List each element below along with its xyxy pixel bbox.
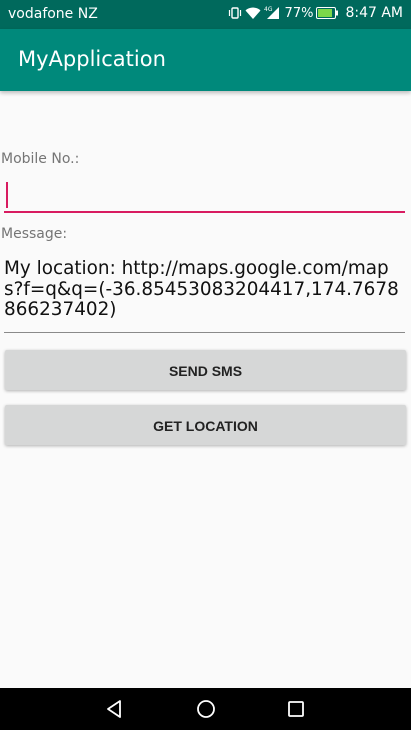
app-title: MyApplication (18, 47, 166, 71)
message-input[interactable]: My location: http://maps.google.com/maps… (4, 259, 405, 333)
get-location-button[interactable]: GET LOCATION (5, 405, 406, 445)
main-content: Mobile No.: Message: My location: http:/… (0, 91, 411, 688)
status-bar: vodafone NZ 4G 77% 8:47 AM (0, 0, 411, 29)
status-icons: 4G 77% 8:47 AM (228, 5, 403, 21)
battery-icon (316, 7, 339, 19)
mobile-input[interactable] (4, 177, 405, 213)
navigation-bar (0, 688, 411, 730)
text-cursor (6, 182, 8, 208)
wifi-icon (245, 6, 261, 20)
svg-text:4G: 4G (264, 6, 273, 13)
battery-percent: 77% (284, 5, 314, 21)
vibrate-icon (228, 6, 242, 20)
status-clock: 8:47 AM (345, 5, 403, 21)
send-sms-button[interactable]: SEND SMS (5, 350, 406, 390)
back-icon[interactable] (103, 698, 125, 720)
recents-icon[interactable] (285, 698, 307, 720)
mobile-label: Mobile No.: (1, 151, 80, 167)
cellular-signal-icon: 4G (264, 6, 280, 20)
carrier-name: vodafone NZ (8, 6, 98, 22)
message-label: Message: (1, 226, 68, 242)
app-bar: MyApplication (0, 29, 411, 91)
home-icon[interactable] (195, 698, 217, 720)
